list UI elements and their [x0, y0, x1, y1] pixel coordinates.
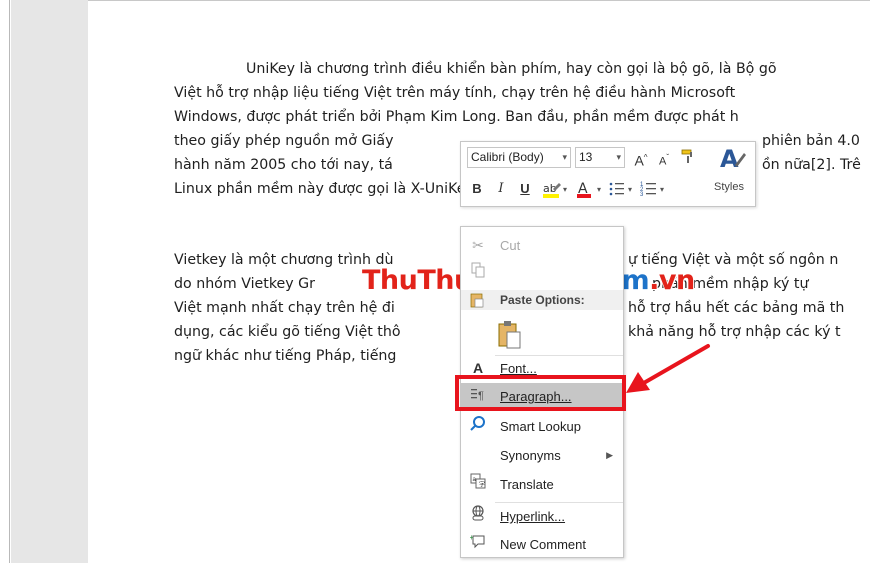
svg-text:▾: ▾ [563, 185, 567, 194]
hyperlink-icon [468, 503, 488, 530]
menu-item-cut[interactable]: ✂ Cut [461, 232, 623, 259]
svg-text:+: + [470, 533, 474, 542]
paste-options-header: Paste Options: [461, 290, 623, 310]
font-color-button[interactable]: A ▾ [575, 179, 605, 199]
font-name-combobox[interactable]: Calibri (Body) ▾ [467, 147, 571, 168]
shrink-font-button[interactable]: Aˇ [654, 148, 674, 168]
text-line: Windows, được phát triển bởi Phạm Kim Lo… [174, 109, 739, 125]
highlight-color-button[interactable]: ab ▾ [541, 179, 571, 199]
svg-text:▾: ▾ [597, 185, 601, 194]
paste-clipboard-icon [498, 321, 521, 349]
paragraph-unikey-tail: phiên bản 4.0 ồn nữa[2]. Trê [762, 129, 870, 177]
bold-button[interactable]: B [467, 179, 487, 199]
styles-icon: A [720, 145, 746, 173]
text-line: ồn nữa[2]. Trê [762, 157, 861, 173]
svg-text:A: A [720, 145, 739, 173]
menu-item-new-comment[interactable]: + New Comment [461, 531, 623, 558]
menu-item-smart-lookup[interactable]: Smart Lookup [461, 413, 623, 440]
highlight-box [455, 375, 626, 411]
arrow-pointer-icon [626, 344, 710, 393]
mini-toolbar: Calibri (Body) ▾ 13 ▾ A^ Aˇ A Styles B I U… [460, 141, 756, 207]
chevron-down-icon: ▾ [616, 152, 621, 162]
menu-item-hyperlink[interactable]: Hyperlink... [461, 503, 623, 530]
grow-font-button[interactable]: A^ [631, 148, 651, 169]
paste-keep-text-button[interactable] [497, 320, 523, 350]
format-painter-button[interactable] [677, 147, 699, 167]
paragraph-vietkey-tail: ự tiếng Việt và một số ngôn n phần mềm n… [628, 248, 870, 344]
numbering-icon: 123▾ [640, 182, 664, 198]
text-line: hỗ trợ hầu hết các bảng mã th [628, 300, 845, 316]
svg-text:▾: ▾ [628, 185, 632, 194]
copy-icon [468, 260, 488, 287]
italic-button[interactable]: I [491, 179, 511, 199]
text-line: phiên bản 4.0 [762, 133, 860, 149]
highlighter-icon: ab ▾ [543, 182, 567, 198]
styles-button[interactable]: A [713, 143, 751, 179]
format-painter-icon [681, 149, 692, 163]
font-color-icon: A ▾ [577, 181, 601, 198]
bullets-button[interactable]: ▾ [607, 179, 637, 199]
font-size-combobox[interactable]: 13 ▾ [575, 147, 625, 168]
menu-item-copy[interactable] [461, 260, 623, 287]
document-margin [11, 0, 88, 563]
underline-button[interactable]: U [515, 179, 535, 199]
chevron-down-icon: ▾ [562, 152, 567, 162]
menu-item-translate[interactable]: a字 Translate [461, 471, 623, 498]
svg-text:3: 3 [640, 192, 644, 198]
text-line: Việt hỗ trợ nhập liệu tiếng Việt trên má… [174, 85, 736, 101]
clipboard-icon [470, 292, 484, 314]
menu-item-synonyms[interactable]: Synonyms ▶ [461, 442, 623, 469]
styles-label: Styles [714, 181, 744, 193]
comment-icon: + [468, 531, 488, 558]
chevron-right-icon: ▶ [606, 450, 613, 460]
svg-text:▾: ▾ [660, 185, 664, 194]
numbering-button[interactable]: 1 2 3 ▾ [639, 179, 669, 199]
bullets-icon: ▾ [609, 182, 632, 196]
search-icon [468, 413, 488, 440]
text-line: UniKey là chương trình điều khiển bàn ph… [246, 61, 777, 77]
svg-text:字: 字 [479, 481, 485, 489]
window-left-edge [0, 0, 10, 563]
scissors-icon: ✂ [472, 237, 484, 253]
translate-icon: a字 [468, 471, 488, 498]
